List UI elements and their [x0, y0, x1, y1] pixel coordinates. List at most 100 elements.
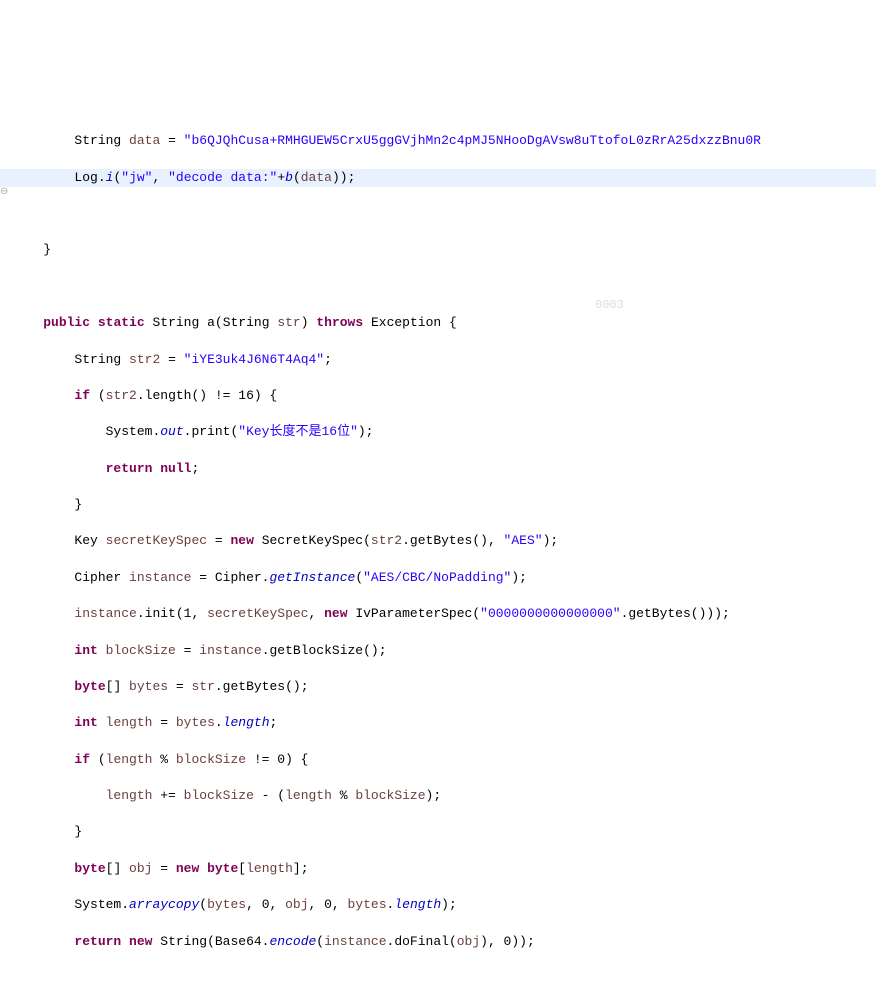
class-ref: System	[74, 897, 121, 912]
code-line[interactable]: public static String a(String str) throw…	[0, 314, 876, 332]
code-line[interactable]: length += blockSize - (length % blockSiz…	[0, 787, 876, 805]
code-line[interactable]: Cipher instance = Cipher.getInstance("AE…	[0, 569, 876, 587]
class-ref: System	[106, 424, 153, 439]
variable: bytes	[348, 897, 387, 912]
string-literal: "jw"	[121, 170, 152, 185]
keyword: return	[106, 461, 153, 476]
code-line[interactable]: byte[] bytes = str.getBytes();	[0, 678, 876, 696]
variable: length	[285, 788, 332, 803]
variable: obj	[457, 934, 480, 949]
string-literal: "AES/CBC/NoPadding"	[363, 570, 511, 585]
code-line-empty[interactable]	[0, 278, 876, 296]
variable: data	[129, 133, 160, 148]
variable: length	[106, 752, 153, 767]
code-line[interactable]: if (str2.length() != 16) {	[0, 387, 876, 405]
keyword: byte	[74, 679, 105, 694]
code-line[interactable]: if (length % blockSize != 0) {	[0, 751, 876, 769]
keyword: int	[74, 643, 97, 658]
type: Cipher	[74, 570, 121, 585]
keyword: new	[230, 533, 253, 548]
constructor: String(Base64.	[160, 934, 269, 949]
code-line[interactable]: Key secretKeySpec = new SecretKeySpec(st…	[0, 532, 876, 550]
code-line[interactable]: String str2 = "iYE3uk4J6N6T4Aq4";	[0, 351, 876, 369]
class-ref: Log	[74, 170, 97, 185]
gutter-fold-marker[interactable]: ⊖	[0, 186, 10, 200]
keyword: byte	[74, 861, 105, 876]
brace: }	[74, 497, 82, 512]
method-name: a	[207, 315, 215, 330]
code-line-highlighted[interactable]: Log.i("jw", "decode data:"+b(data));	[0, 169, 876, 187]
keyword: byte	[207, 861, 238, 876]
string-literal: "iYE3uk4J6N6T4Aq4"	[184, 352, 324, 367]
code-line[interactable]: }	[0, 496, 876, 514]
code-line[interactable]: return null;	[0, 460, 876, 478]
keyword: null	[160, 461, 191, 476]
code-line[interactable]: }	[0, 823, 876, 841]
variable: blockSize	[184, 788, 254, 803]
variable: obj	[285, 897, 308, 912]
variable: obj	[129, 861, 152, 876]
static-field: out	[160, 424, 183, 439]
code-line[interactable]: instance.init(1, secretKeySpec, new IvPa…	[0, 605, 876, 623]
keyword: static	[98, 315, 145, 330]
exception-type: Exception {	[371, 315, 457, 330]
variable: length	[106, 788, 153, 803]
code-line[interactable]: int blockSize = instance.getBlockSize();	[0, 642, 876, 660]
variable: instance	[199, 643, 261, 658]
variable: bytes	[129, 679, 168, 694]
variable: bytes	[176, 715, 215, 730]
variable: instance	[324, 934, 386, 949]
variable: blockSize	[355, 788, 425, 803]
variable: bytes	[207, 897, 246, 912]
code-line[interactable]: int length = bytes.length;	[0, 714, 876, 732]
static-method: encode	[269, 934, 316, 949]
variable: length	[246, 861, 293, 876]
keyword: if	[74, 752, 90, 767]
variable: length	[106, 715, 153, 730]
type: String	[74, 352, 121, 367]
variable: blockSize	[176, 752, 246, 767]
keyword: public	[43, 315, 90, 330]
variable: blockSize	[106, 643, 176, 658]
watermark: 0003	[595, 297, 624, 314]
constructor: IvParameterSpec(	[355, 606, 480, 621]
keyword: return	[74, 934, 121, 949]
keyword: int	[74, 715, 97, 730]
variable: str2	[129, 352, 160, 367]
code-line[interactable]: System.out.print("Key长度不是16位");	[0, 423, 876, 441]
return-type: String	[152, 315, 199, 330]
method-call: b	[285, 170, 293, 185]
keyword: new	[324, 606, 347, 621]
type: Key	[74, 533, 97, 548]
variable: secretKeySpec	[207, 606, 308, 621]
keyword: if	[74, 388, 90, 403]
string-literal: "Key长度不是16位"	[238, 424, 358, 439]
type: String	[74, 133, 121, 148]
code-line[interactable]: }	[0, 241, 876, 259]
code-line-empty[interactable]	[0, 969, 876, 987]
code-editor[interactable]: ⊖ 0003 String data = "b6QJQhCusa+RMHGUEW…	[0, 78, 876, 1000]
variable: instance	[129, 570, 191, 585]
parameter: str	[277, 315, 300, 330]
keyword: new	[129, 934, 152, 949]
variable: instance	[74, 606, 136, 621]
string-literal: "b6QJQhCusa+RMHGUEW5CrxU5ggGVjhMn2c4pMJ5…	[184, 133, 761, 148]
keyword: throws	[316, 315, 363, 330]
brace: }	[74, 824, 82, 839]
code-line[interactable]: System.arraycopy(bytes, 0, obj, 0, bytes…	[0, 896, 876, 914]
variable: data	[301, 170, 332, 185]
code-line[interactable]: byte[] obj = new byte[length];	[0, 860, 876, 878]
keyword: new	[176, 861, 199, 876]
variable: str	[191, 679, 214, 694]
static-method: arraycopy	[129, 897, 199, 912]
code-line-empty[interactable]	[0, 205, 876, 223]
field: length	[394, 897, 441, 912]
variable: str2	[106, 388, 137, 403]
string-literal: "0000000000000000"	[480, 606, 620, 621]
string-literal: "decode data:"	[168, 170, 277, 185]
code-line[interactable]: String data = "b6QJQhCusa+RMHGUEW5CrxU5g…	[0, 132, 876, 150]
code-line[interactable]: return new String(Base64.encode(instance…	[0, 933, 876, 951]
string-literal: "AES"	[504, 533, 543, 548]
variable: secretKeySpec	[106, 533, 207, 548]
constructor: SecretKeySpec(	[262, 533, 371, 548]
